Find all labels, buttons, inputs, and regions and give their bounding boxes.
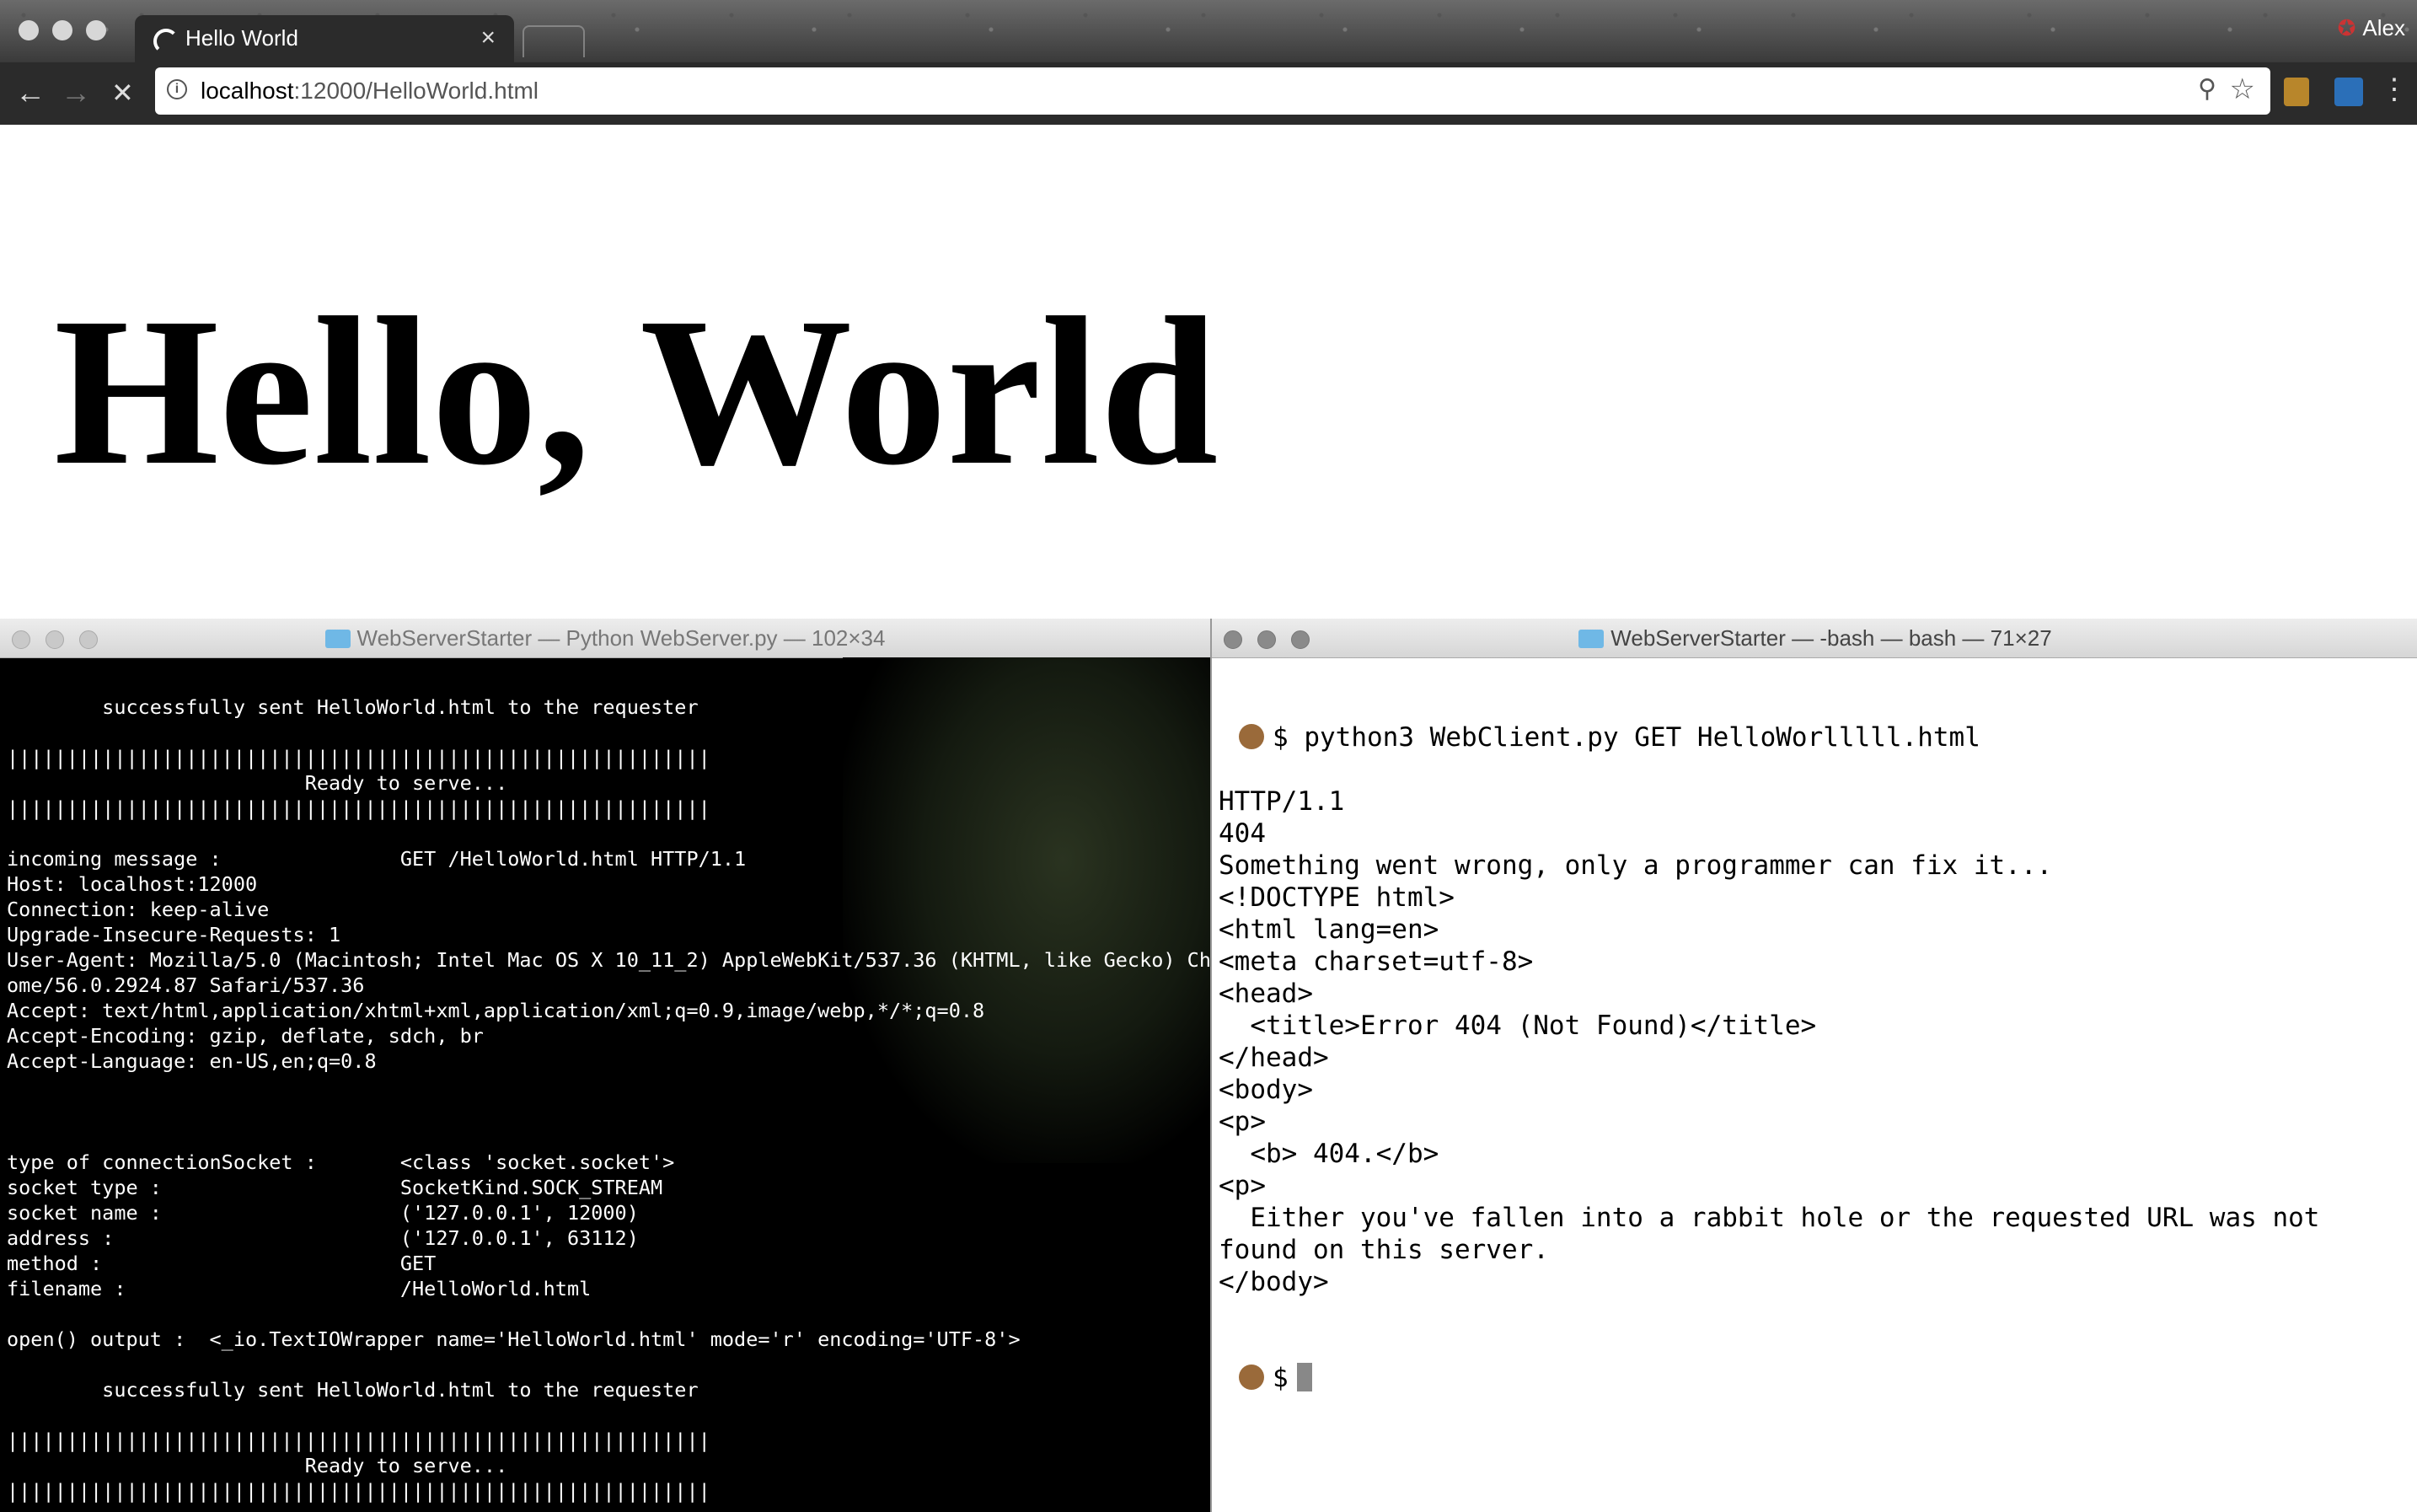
- terminal-right-titlebar: WebServerStarter — -bash — bash — 71×27: [1212, 619, 2417, 658]
- terminal-left-line: Accept-Language: en-US,en;q=0.8: [7, 1049, 377, 1073]
- stop-icon[interactable]: ✕: [111, 76, 134, 110]
- terminal-right-line: </head>: [1219, 1043, 1329, 1073]
- text-cursor: [1296, 1363, 1312, 1391]
- terminal-right-line: HTTP/1.1: [1219, 786, 1345, 817]
- terminal-left-line: ||||||||||||||||||||||||||||||||||||||||…: [7, 746, 710, 769]
- folder-icon: [324, 630, 351, 648]
- terminal-left-line: successfully sent HelloWorld.html to the…: [102, 695, 699, 719]
- terminal-right-zoom-dot[interactable]: [1291, 630, 1310, 649]
- zoom-icon[interactable]: ⚲: [2198, 74, 2216, 104]
- new-tab-button[interactable]: [523, 25, 585, 57]
- final-prompt-line: $: [1219, 1363, 1312, 1393]
- terminal-right-line: <!DOCTYPE html>: [1219, 882, 1455, 913]
- terminal-left-line: ||||||||||||||||||||||||||||||||||||||||…: [7, 1429, 710, 1452]
- profile-icon: ✪: [2337, 15, 2356, 40]
- terminal-left-zoom-dot[interactable]: [79, 630, 98, 649]
- terminal-left-line: method : GET: [7, 1252, 437, 1275]
- terminal-right-line: <body>: [1219, 1075, 1313, 1105]
- tab-close-icon[interactable]: ×: [480, 24, 496, 52]
- terminal-left-title: WebServerStarter — Python WebServer.py —…: [356, 625, 886, 651]
- extension-icon[interactable]: [2284, 78, 2309, 106]
- terminal-left-line: Connection: keep-alive: [7, 898, 270, 921]
- terminal-right-line: Something went wrong, only a programmer …: [1219, 850, 2053, 881]
- prompt-line: $ python3 WebClient.py GET HelloWorlllll…: [1219, 722, 1980, 753]
- terminal-right-line: Either you've fallen into a rabbit hole …: [1250, 1203, 2320, 1233]
- back-icon[interactable]: ←: [15, 76, 46, 110]
- extension-m-icon[interactable]: [2334, 78, 2363, 106]
- terminal-left-line: Ready to serve...: [304, 1454, 508, 1477]
- monkey-prompt-icon: [1239, 724, 1264, 749]
- terminal-left-line: successfully sent HelloWorld.html to the…: [102, 1378, 699, 1402]
- terminal-right-window[interactable]: WebServerStarter — -bash — bash — 71×27 …: [1210, 619, 2417, 1512]
- terminal-right-line: <head>: [1219, 979, 1313, 1009]
- terminal-right-line: found on this server.: [1219, 1235, 1549, 1265]
- terminal-right-output: $ python3 WebClient.py GET HelloWorlllll…: [1219, 721, 2319, 1394]
- terminal-right-line: </body>: [1219, 1267, 1329, 1297]
- profile-button[interactable]: ✪ Alex: [2338, 15, 2405, 41]
- terminal-right-line: <p>: [1219, 1107, 1266, 1137]
- terminal-left-line: Accept: text/html,application/xhtml+xml,…: [7, 999, 985, 1022]
- command-output: HTTP/1.1 404 Something went wrong, only …: [1219, 786, 2319, 1297]
- terminal-right-body[interactable]: $ python3 WebClient.py GET HelloWorlllll…: [1212, 657, 2417, 1512]
- terminal-left-line: User-Agent: Mozilla/5.0 (Macintosh; Inte…: [7, 948, 1210, 972]
- info-icon[interactable]: i: [167, 79, 187, 99]
- terminal-left-line: Ready to serve...: [304, 771, 508, 795]
- profile-name: Alex: [2362, 15, 2405, 40]
- terminal-left-line: socket name : ('127.0.0.1', 12000): [7, 1201, 639, 1225]
- monkey-prompt-icon: [1239, 1365, 1264, 1390]
- terminal-left-line: ome/56.0.2924.87 Safari/537.36: [7, 973, 365, 997]
- forward-icon[interactable]: →: [61, 76, 91, 110]
- window-zoom-dot[interactable]: [86, 20, 106, 40]
- tab-hello-world[interactable]: Hello World ×: [135, 15, 514, 62]
- page-heading: Hello, World: [54, 273, 1219, 509]
- terminal-left-line: incoming message : GET /HelloWorld.html …: [7, 847, 747, 871]
- address-url[interactable]: localhost:12000/HelloWorld.html: [201, 78, 539, 105]
- terminal-left-line: ||||||||||||||||||||||||||||||||||||||||…: [7, 796, 710, 820]
- terminal-right-line: <meta charset=utf-8>: [1219, 946, 1534, 977]
- terminal-left-line: address : ('127.0.0.1', 63112): [7, 1226, 639, 1250]
- terminal-left-line: Accept-Encoding: gzip, deflate, sdch, br: [7, 1024, 484, 1048]
- terminal-left-line: socket type : SocketKind.SOCK_STREAM: [7, 1176, 663, 1199]
- terminal-right-line: <p>: [1219, 1171, 1266, 1201]
- terminal-right-close-dot[interactable]: [1224, 630, 1242, 649]
- command-text: python3 WebClient.py GET HelloWorlllll.h…: [1304, 722, 1980, 753]
- tab-title: Hello World: [185, 25, 298, 51]
- terminal-left-titlebar: WebServerStarter — Python WebServer.py —…: [0, 619, 1210, 658]
- menu-icon[interactable]: ⋮: [2380, 72, 2409, 106]
- terminal-right-line: <b> 404.</b>: [1250, 1139, 1439, 1169]
- terminal-left-window[interactable]: WebServerStarter — Python WebServer.py —…: [0, 619, 1210, 1512]
- address-bar[interactable]: i localhost:12000/HelloWorld.html ⚲ ☆: [155, 67, 2270, 115]
- terminal-left-line: type of connectionSocket : <class 'socke…: [7, 1150, 675, 1174]
- page-viewport: Hello, World: [0, 125, 2417, 619]
- window-close-dot[interactable]: [19, 20, 39, 40]
- terminal-left-line: Upgrade-Insecure-Requests: 1: [7, 923, 341, 946]
- terminal-left-line: filename : /HelloWorld.html: [7, 1277, 592, 1300]
- terminal-right-line: <title>Error 404 (Not Found)</title>: [1250, 1011, 1817, 1041]
- terminal-left-output: successfully sent HelloWorld.html to the…: [7, 669, 1210, 1504]
- terminal-right-line: 404: [1219, 818, 1266, 849]
- terminal-left-line: open() output : <_io.TextIOWrapper name=…: [7, 1327, 1021, 1351]
- terminal-left-minimize-dot[interactable]: [46, 630, 64, 649]
- folder-icon: [1578, 630, 1605, 648]
- terminal-right-line: <html lang=en>: [1219, 914, 1439, 945]
- window-minimize-dot[interactable]: [52, 20, 72, 40]
- terminal-left-line: ||||||||||||||||||||||||||||||||||||||||…: [7, 1479, 710, 1503]
- prompt-symbol: $: [1273, 722, 1289, 753]
- terminal-left-close-dot[interactable]: [12, 630, 30, 649]
- browser-tab-bar: Hello World × ✪ Alex: [0, 0, 2417, 62]
- terminal-left-line: Host: localhost:12000: [7, 872, 258, 896]
- final-prompt-symbol: $: [1273, 1363, 1289, 1393]
- loading-spinner-icon: [153, 29, 179, 54]
- terminal-right-minimize-dot[interactable]: [1257, 630, 1276, 649]
- star-icon[interactable]: ☆: [2230, 72, 2255, 106]
- terminal-right-title: WebServerStarter — -bash — bash — 71×27: [1610, 625, 2052, 651]
